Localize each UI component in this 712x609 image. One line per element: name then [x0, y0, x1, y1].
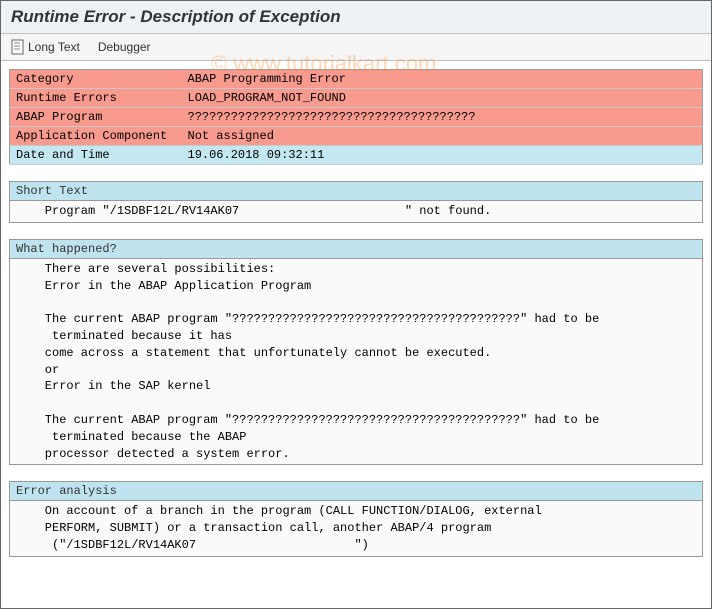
- what-happened-header: What happened?: [10, 240, 702, 259]
- text-line: come across a statement that unfortunate…: [16, 345, 696, 362]
- text-line: ("/1SDBF12L/RV14AK07 "): [16, 537, 696, 554]
- info-label: ABAP Program: [10, 108, 182, 127]
- text-line: Error in the ABAP Application Program: [16, 278, 696, 295]
- debugger-button[interactable]: Debugger: [98, 40, 151, 54]
- info-row: Application ComponentNot assigned: [10, 127, 703, 146]
- text-line: or: [16, 362, 696, 379]
- title-bar: Runtime Error - Description of Exception: [1, 1, 711, 34]
- text-line: terminated because the ABAP: [16, 429, 696, 446]
- text-line: On account of a branch in the program (C…: [16, 503, 696, 520]
- info-table: CategoryABAP Programming ErrorRuntime Er…: [9, 69, 703, 165]
- error-analysis-section: Error analysis On account of a branch in…: [9, 481, 703, 556]
- info-value: Not assigned: [182, 127, 703, 146]
- long-text-button[interactable]: Long Text: [11, 39, 80, 55]
- info-label: Date and Time: [10, 146, 182, 165]
- toolbar: Long Text Debugger: [1, 34, 711, 61]
- document-icon: [11, 39, 25, 55]
- text-line: terminated because it has: [16, 328, 696, 345]
- info-value: LOAD_PROGRAM_NOT_FOUND: [182, 89, 703, 108]
- info-value: ABAP Programming Error: [182, 70, 703, 89]
- error-analysis-header: Error analysis: [10, 482, 702, 501]
- info-label: Category: [10, 70, 182, 89]
- debugger-label: Debugger: [98, 40, 151, 54]
- error-analysis-body: On account of a branch in the program (C…: [10, 501, 702, 555]
- info-label: Application Component: [10, 127, 182, 146]
- info-value: ????????????????????????????????????????: [182, 108, 703, 127]
- content-area: CategoryABAP Programming ErrorRuntime Er…: [1, 61, 711, 581]
- page-title: Runtime Error - Description of Exception: [11, 7, 701, 27]
- info-row: CategoryABAP Programming Error: [10, 70, 703, 89]
- text-line: [16, 294, 696, 311]
- text-line: The current ABAP program "??????????????…: [16, 311, 696, 328]
- what-happened-section: What happened? There are several possibi…: [9, 239, 703, 466]
- text-line: Error in the SAP kernel: [16, 378, 696, 395]
- info-row: ABAP Program????????????????????????????…: [10, 108, 703, 127]
- text-line: The current ABAP program "??????????????…: [16, 412, 696, 429]
- text-line: PERFORM, SUBMIT) or a transaction call, …: [16, 520, 696, 537]
- info-label: Runtime Errors: [10, 89, 182, 108]
- short-text-section: Short Text Program "/1SDBF12L/RV14AK07 "…: [9, 181, 703, 223]
- short-text-body: Program "/1SDBF12L/RV14AK07 " not found.: [10, 201, 702, 222]
- long-text-label: Long Text: [28, 40, 80, 54]
- info-row: Date and Time19.06.2018 09:32:11: [10, 146, 703, 165]
- what-happened-body: There are several possibilities: Error i…: [10, 259, 702, 465]
- text-line: [16, 395, 696, 412]
- text-line: processor detected a system error.: [16, 446, 696, 463]
- info-value: 19.06.2018 09:32:11: [182, 146, 703, 165]
- short-text-header: Short Text: [10, 182, 702, 201]
- text-line: Program "/1SDBF12L/RV14AK07 " not found.: [16, 203, 696, 220]
- info-row: Runtime ErrorsLOAD_PROGRAM_NOT_FOUND: [10, 89, 703, 108]
- text-line: There are several possibilities:: [16, 261, 696, 278]
